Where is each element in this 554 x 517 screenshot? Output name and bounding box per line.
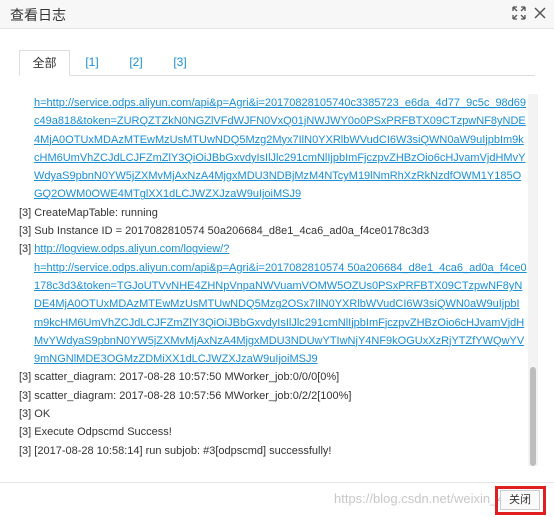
logview-link[interactable]: c49a818&token=ZURQZTZkN0NGZlVFdWJFN0VxQ0…	[34, 115, 526, 127]
dialog-titlebar: 查看日志	[0, 0, 554, 29]
log-line: [3] [2017-08-28 10:58:14] run subjob: #3…	[19, 442, 528, 460]
log-panel[interactable]: h=http://service.odps.aliyun.com/api&p=A…	[19, 94, 538, 466]
log-line: [3] http://logview.odps.aliyun.com/logvi…	[19, 240, 528, 258]
logview-link[interactable]: http://logview.odps.aliyun.com/logview/?	[34, 243, 229, 255]
close-x-icon[interactable]	[533, 6, 547, 20]
log-content: h=http://service.odps.aliyun.com/api&p=A…	[19, 94, 528, 460]
log-line: 178c3d3&token=TGJoUTVvNHE4ZHNpVnpaNWVuam…	[19, 277, 528, 295]
log-line: [3] Sub Instance ID = 2017082810574 50a2…	[19, 222, 528, 240]
log-tabs: 全部 [1] [2] [3]	[19, 50, 535, 76]
logview-link[interactable]: cHM6UmVhZCJdLCJFZmZlY3QiOiJBbGxvdyIsIlJl…	[34, 152, 525, 164]
log-line: [3] scatter_diagram: 2017-08-28 10:57:50…	[19, 368, 528, 386]
log-line-text: [3]	[19, 243, 35, 256]
log-line: MvYWdyaS9pbnN0YW5jZXMvMjAxNzA4MjgxMDU3ND…	[19, 332, 528, 350]
log-line: [3] OK	[19, 405, 528, 423]
logview-link[interactable]: DE4MjA0OTUxMDAzMTEwMzUsMTUwNDQ5Mzg2OSx7I…	[34, 298, 520, 310]
log-scrollbar[interactable]	[528, 94, 538, 466]
logview-link[interactable]: MvYWdyaS9pbnN0YW5jZXMvMjAxNzA4MjgxMDU3ND…	[34, 335, 524, 347]
log-line: [3] scatter_diagram: 2017-08-28 10:57:56…	[19, 387, 528, 405]
tab-all[interactable]: 全部	[19, 50, 70, 76]
log-line: [3] Execute Odpscmd Success!	[19, 423, 528, 441]
logview-link[interactable]: WdyaS9pbnN0YW5jZXMvMjAxNzA4MjgxMDU3NDBjM…	[34, 170, 521, 182]
log-line-text: [3] scatter_diagram: 2017-08-28 10:57:50…	[19, 371, 340, 384]
logview-link[interactable]: h=http://service.odps.aliyun.com/api&p=A…	[34, 97, 526, 109]
log-line: h=http://service.odps.aliyun.com/api&p=A…	[19, 94, 528, 112]
log-line: 4MjA0OTUxMDAzMTEwMzUsMTUwNDQ5Mzg2Myx7IlN…	[19, 131, 528, 149]
log-line-text: [3] scatter_diagram: 2017-08-28 10:57:56…	[19, 389, 352, 402]
tab-2[interactable]: [2]	[125, 50, 147, 76]
logview-link[interactable]: GQ2OWM0OWE4MTglXX1dLCJWZXJzaW9uIjoiMSJ9	[34, 188, 301, 200]
log-line-text: [3] OK	[19, 408, 51, 421]
log-line: [3] CreateMapTable: running	[19, 204, 528, 222]
log-line: DE4MjA0OTUxMDAzMTEwMzUsMTUwNDQ5Mzg2OSx7I…	[19, 295, 528, 313]
tab-1[interactable]: [1]	[81, 50, 103, 76]
dialog-title: 查看日志	[10, 8, 66, 24]
log-line-text: [3] Sub Instance ID = 2017082810574 50a2…	[19, 225, 430, 238]
log-dialog: 查看日志 全部 [1] [2] [3] h=http://service.odp…	[0, 0, 554, 517]
logview-link[interactable]: m9kcHM6UmVhZCJdLCJFZmZlY3QiOiJBbGxvdyIsI…	[34, 317, 524, 329]
logview-link[interactable]: 9mNGNlMDE3OGMzZDMiXX1dLCJWZXJzaW9uIjoiMS…	[34, 353, 318, 365]
log-line-text: [3] [2017-08-28 10:58:14] run subjob: #3…	[19, 444, 332, 457]
log-line: GQ2OWM0OWE4MTglXX1dLCJWZXJzaW9uIjoiMSJ9	[19, 185, 528, 203]
log-line-text: [3] Execute Odpscmd Success!	[19, 426, 172, 439]
log-line: cHM6UmVhZCJdLCJFZmZlY3QiOiJBbGxvdyIsIlJl…	[19, 149, 528, 167]
logview-link[interactable]: 4MjA0OTUxMDAzMTEwMzUsMTUwNDQ5Mzg2Myx7IlN…	[34, 134, 524, 146]
log-line-text: [3] CreateMapTable: running	[19, 206, 158, 219]
log-line: h=http://service.odps.aliyun.com/api&p=A…	[19, 259, 528, 277]
log-line: m9kcHM6UmVhZCJdLCJFZmZlY3QiOiJBbGxvdyIsI…	[19, 314, 528, 332]
logview-link[interactable]: 178c3d3&token=TGJoUTVvNHE4ZHNpVnpaNWVuam…	[34, 280, 522, 292]
expand-arrows-icon[interactable]	[512, 6, 526, 20]
log-line: c49a818&token=ZURQZTZkN0NGZlVFdWJFN0VxQ0…	[19, 112, 528, 130]
log-scrollbar-thumb[interactable]	[530, 367, 536, 466]
logview-link[interactable]: h=http://service.odps.aliyun.com/api&p=A…	[34, 262, 527, 274]
log-line: WdyaS9pbnN0YW5jZXMvMjAxNzA4MjgxMDU3NDBjM…	[19, 167, 528, 185]
tab-3[interactable]: [3]	[169, 50, 191, 76]
highlight-box	[495, 486, 546, 515]
log-line: 9mNGNlMDE3OGMzZDMiXX1dLCJWZXJzaW9uIjoiMS…	[19, 350, 528, 368]
